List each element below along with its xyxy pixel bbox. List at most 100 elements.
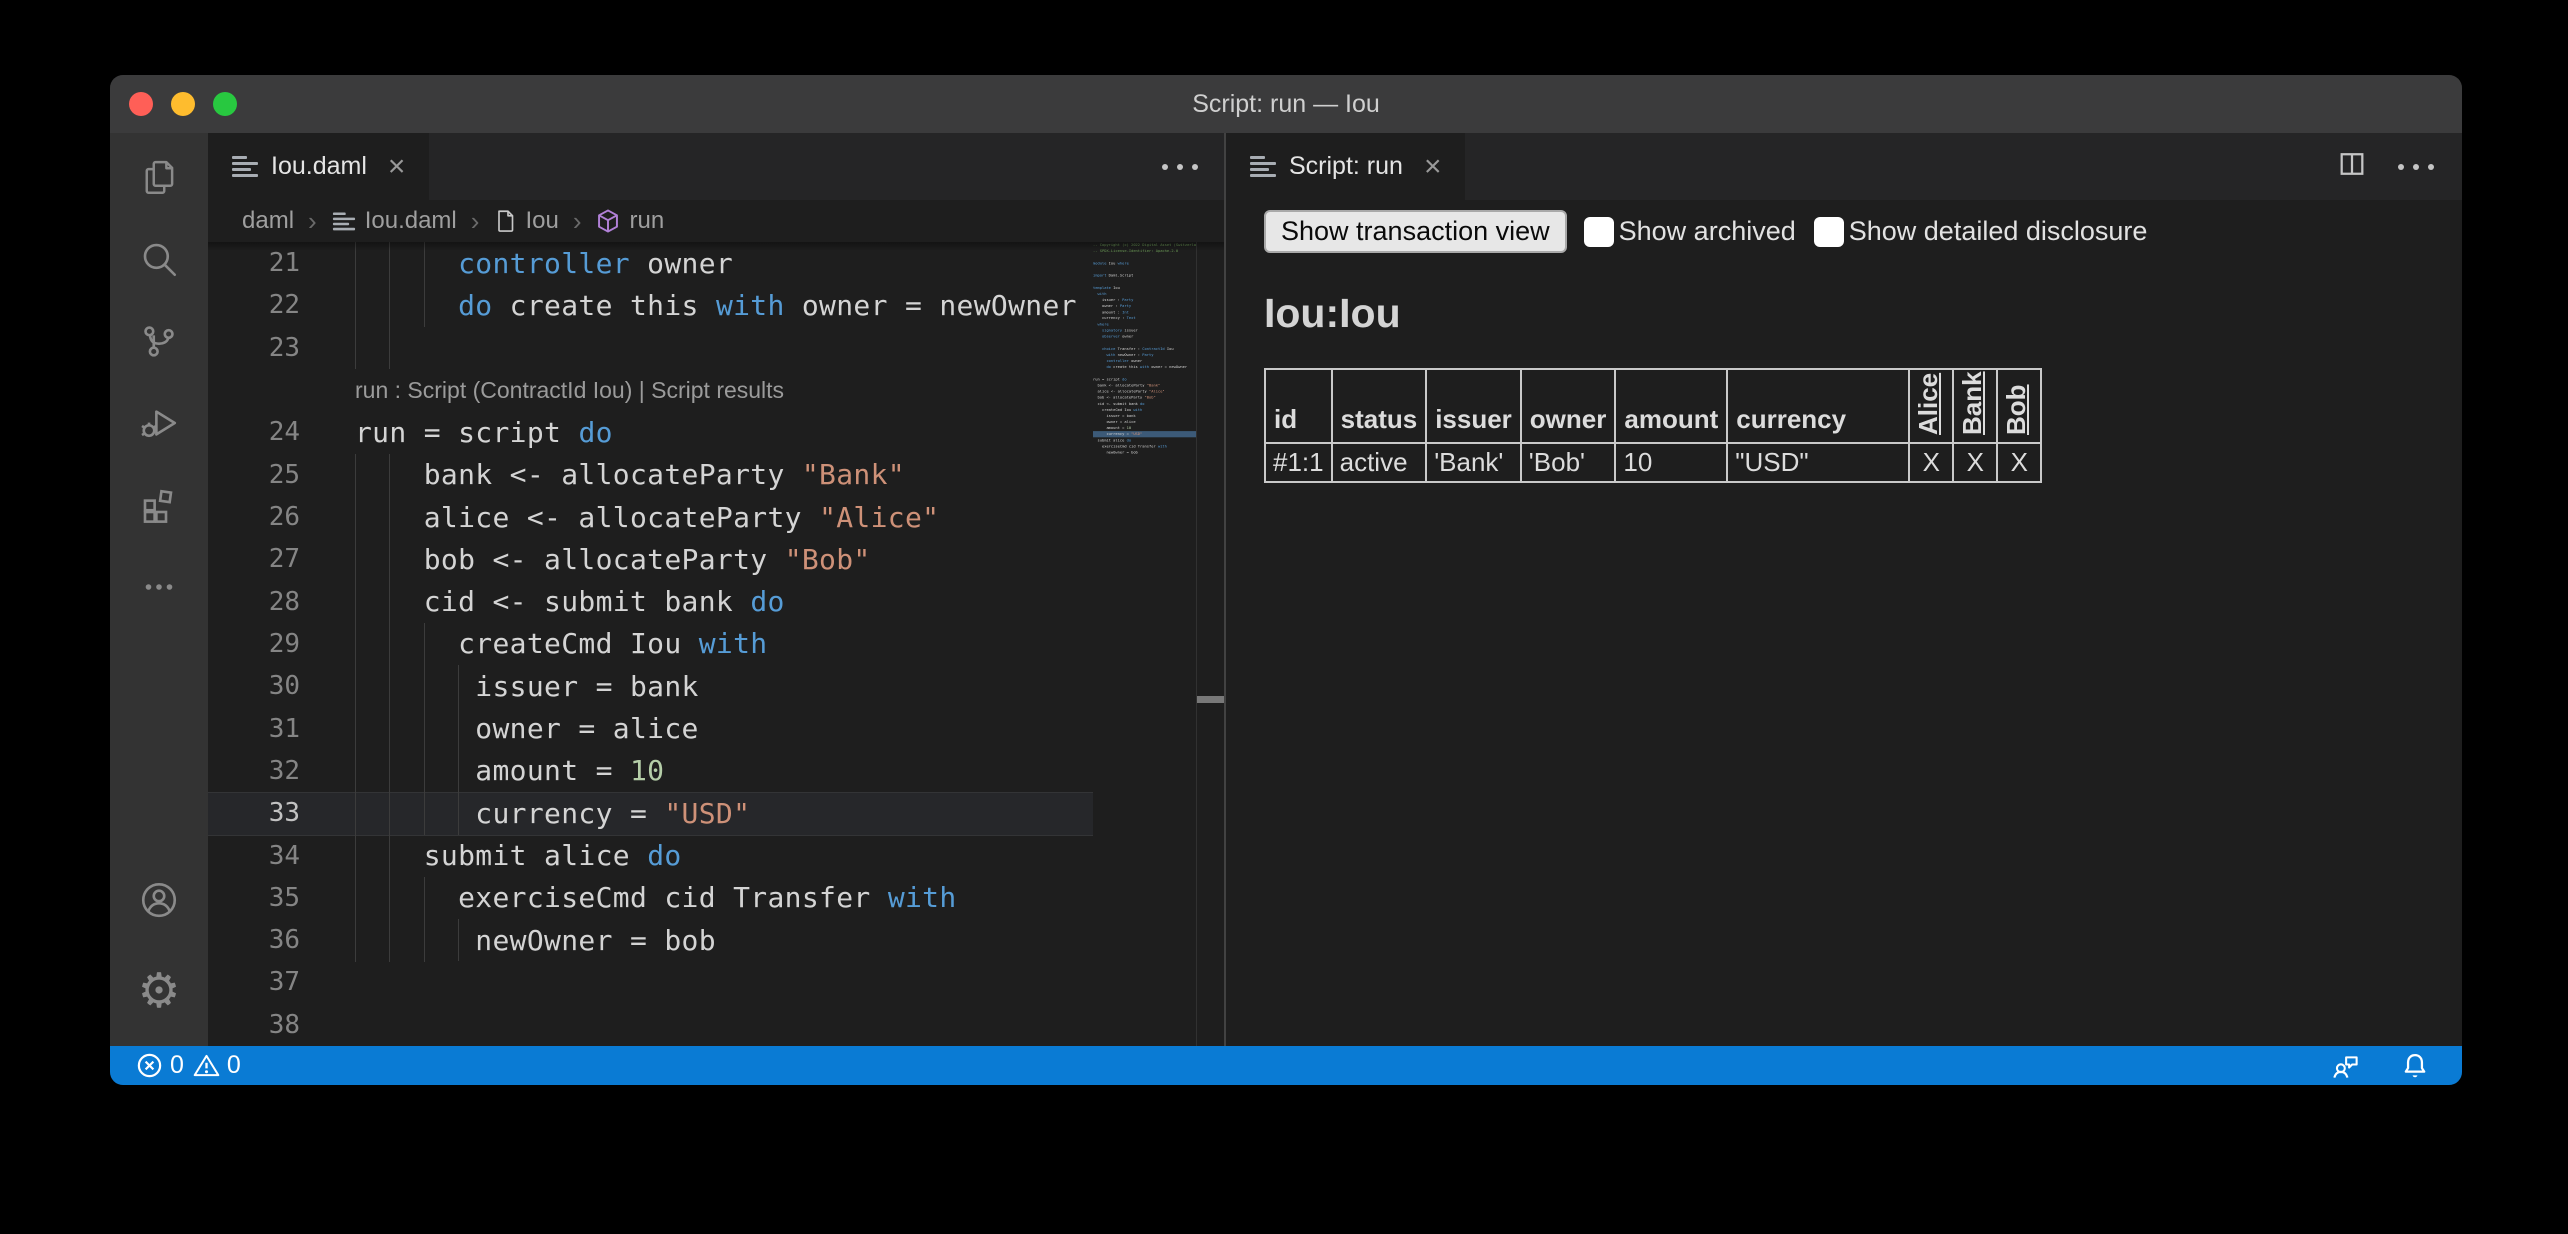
- line-number[interactable]: 25: [208, 460, 300, 490]
- close-window-button[interactable]: [129, 92, 153, 116]
- code-line[interactable]: do create this with owner = newOwner: [300, 289, 1077, 322]
- code-line[interactable]: controller owner: [300, 247, 733, 280]
- code-rows: 21 controller owner22 do create this wit…: [208, 242, 1224, 1046]
- table-cell: active: [1332, 443, 1427, 482]
- line-number[interactable]: 29: [208, 629, 300, 659]
- breadcrumb-folder[interactable]: daml: [242, 207, 294, 235]
- run-debug-icon[interactable]: [110, 382, 208, 464]
- code-line[interactable]: currency = "USD": [300, 797, 750, 830]
- column-header: issuer: [1426, 369, 1521, 443]
- line-number[interactable]: 30: [208, 671, 300, 701]
- code-row: 21 controller owner: [208, 242, 1224, 284]
- main-area: ⚙ Iou.daml × daml: [110, 133, 2462, 1046]
- contracts-table: idstatusissuerowneramountcurrencyAliceBa…: [1264, 368, 2042, 483]
- codelens-row: run : Script (ContractId Iou) | Script r…: [208, 369, 1224, 411]
- line-number[interactable]: 26: [208, 502, 300, 532]
- code-row: 33 currency = "USD": [208, 792, 1224, 834]
- chevron-right-icon: ›: [469, 206, 482, 237]
- code-line[interactable]: run = script do: [300, 416, 613, 449]
- webview-toolbar: Show transaction view Show archived Show…: [1264, 210, 2424, 253]
- line-number[interactable]: 35: [208, 883, 300, 913]
- code-row: 27 bob <- allocateParty "Bob": [208, 538, 1224, 580]
- chevron-right-icon: ›: [571, 206, 584, 237]
- line-number[interactable]: 28: [208, 587, 300, 617]
- daml-file-icon: [1250, 155, 1276, 179]
- line-number[interactable]: 34: [208, 841, 300, 871]
- tab-close-icon[interactable]: ×: [1424, 152, 1442, 182]
- line-number[interactable]: 27: [208, 544, 300, 574]
- show-detailed-disclosure-label[interactable]: Show detailed disclosure: [1849, 216, 2148, 247]
- line-number[interactable]: 37: [208, 967, 300, 997]
- breadcrumb-file[interactable]: Iou.daml: [331, 207, 457, 235]
- line-number[interactable]: 22: [208, 290, 300, 320]
- feedback-icon[interactable]: [2330, 1051, 2360, 1081]
- code-line[interactable]: exerciseCmd cid Transfer with: [300, 881, 957, 914]
- extensions-icon[interactable]: [110, 464, 208, 546]
- line-number[interactable]: 23: [208, 333, 300, 363]
- code-line[interactable]: submit alice do: [300, 839, 682, 872]
- code-line[interactable]: newOwner = bob: [300, 924, 716, 957]
- code-line[interactable]: cid <- submit bank do: [300, 585, 785, 618]
- scrollbar[interactable]: [1196, 242, 1224, 1046]
- line-number[interactable]: 32: [208, 756, 300, 786]
- code-line[interactable]: amount = 10: [300, 754, 664, 787]
- party-column-header: Bob: [1997, 369, 2041, 443]
- line-number[interactable]: 21: [208, 248, 300, 278]
- template-heading: Iou:Iou: [1264, 290, 2424, 337]
- breadcrumb-module[interactable]: Iou: [493, 207, 558, 235]
- notifications-bell-icon[interactable]: [2400, 1051, 2430, 1081]
- breadcrumb-symbol-run[interactable]: run: [595, 207, 664, 235]
- code-line[interactable]: alice <- allocateParty "Alice": [300, 501, 939, 534]
- scrollbar-handle[interactable]: [1197, 696, 1224, 703]
- split-editor-icon[interactable]: [2336, 149, 2368, 184]
- daml-file-icon: [333, 211, 355, 231]
- script-webview: Show transaction view Show archived Show…: [1226, 200, 2462, 1046]
- code-line[interactable]: bank <- allocateParty "Bank": [300, 458, 905, 491]
- show-archived-label[interactable]: Show archived: [1619, 216, 1796, 247]
- account-icon[interactable]: [110, 859, 208, 941]
- more-actions-icon[interactable]: [2398, 164, 2434, 170]
- explorer-icon[interactable]: [110, 136, 208, 218]
- show-archived-checkbox[interactable]: [1584, 217, 1614, 247]
- tab-script-run[interactable]: Script: run ×: [1226, 133, 1465, 200]
- editor-group: Iou.daml × daml › Iou.daml ›: [208, 133, 1224, 1046]
- daml-file-icon: [232, 155, 258, 179]
- minimize-window-button[interactable]: [171, 92, 195, 116]
- show-detailed-disclosure-checkbox[interactable]: [1814, 217, 1844, 247]
- code-row: 25 bank <- allocateParty "Bank": [208, 454, 1224, 496]
- activity-bar-bottom: ⚙: [110, 859, 208, 1046]
- problems-status[interactable]: 0 0: [110, 1051, 241, 1080]
- code-editor[interactable]: 21 controller owner22 do create this wit…: [208, 242, 1224, 1046]
- editor-actions: [1162, 133, 1224, 200]
- code-line[interactable]: bob <- allocateParty "Bob": [300, 543, 871, 576]
- more-views-icon[interactable]: [110, 546, 208, 628]
- script-results-panel: Script: run × Show transact: [1226, 133, 2462, 1046]
- tab-iou-daml[interactable]: Iou.daml ×: [208, 133, 429, 200]
- party-column-header: Alice: [1909, 369, 1953, 443]
- search-icon[interactable]: [110, 218, 208, 300]
- table-cell: 'Bob': [1521, 443, 1616, 482]
- party-column-header: Bank: [1953, 369, 1997, 443]
- code-line[interactable]: owner = alice: [300, 712, 699, 745]
- tab-close-icon[interactable]: ×: [388, 152, 406, 182]
- error-count: 0: [170, 1051, 184, 1080]
- source-control-icon[interactable]: [110, 300, 208, 382]
- error-icon: [136, 1052, 163, 1079]
- zoom-window-button[interactable]: [213, 92, 237, 116]
- line-number[interactable]: 31: [208, 714, 300, 744]
- code-line[interactable]: createCmd Iou with: [300, 627, 768, 660]
- line-number[interactable]: 36: [208, 925, 300, 955]
- more-actions-icon[interactable]: [1162, 164, 1198, 170]
- status-bar: 0 0: [110, 1046, 2462, 1085]
- settings-gear-icon[interactable]: ⚙: [110, 951, 208, 1033]
- line-number[interactable]: 33: [208, 798, 300, 828]
- codelens-link[interactable]: run : Script (ContractId Iou) | Script r…: [208, 377, 784, 404]
- code-line[interactable]: issuer = bank: [300, 670, 699, 703]
- title-bar[interactable]: Script: run — Iou: [110, 75, 2462, 133]
- line-number[interactable]: 38: [208, 1010, 300, 1040]
- party-cell: X: [1909, 443, 1953, 482]
- show-transaction-view-button[interactable]: Show transaction view: [1264, 210, 1567, 253]
- code-row: 35 exerciseCmd cid Transfer with: [208, 877, 1224, 919]
- minimap[interactable]: -- Copyright (c) 2022 Digital Asset (Swi…: [1093, 242, 1196, 1046]
- line-number[interactable]: 24: [208, 417, 300, 447]
